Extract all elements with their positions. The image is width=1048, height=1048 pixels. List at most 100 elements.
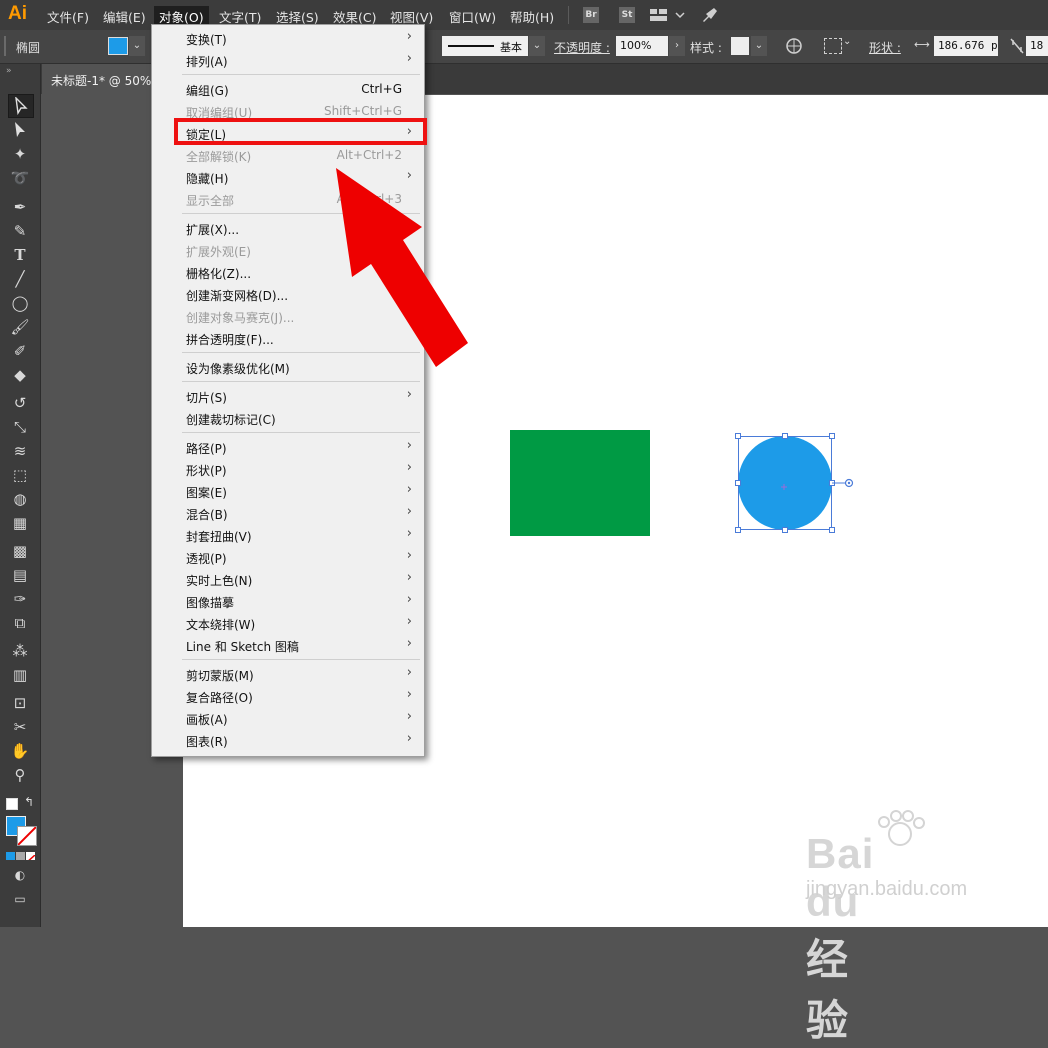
menu-item[interactable]: 图表(R) › — [152, 729, 424, 751]
menu-item-label: 创建裁切标记(C) — [186, 413, 276, 427]
menu-item[interactable]: 图案(E) › — [152, 480, 424, 502]
stroke-profile-select[interactable]: 基本 — [442, 36, 528, 56]
none-mode-icon[interactable] — [26, 852, 35, 860]
align-dropdown-icon[interactable]: ⌄ — [843, 36, 851, 47]
gradient-mode-icon[interactable] — [16, 852, 25, 860]
menu-item[interactable]: 变换(T) › — [152, 27, 424, 49]
hand-tool-icon[interactable]: ✋ — [8, 740, 32, 762]
perspective-grid-tool-icon[interactable]: ▦ — [8, 512, 32, 534]
draw-mode-icon[interactable]: ◐ — [8, 864, 32, 886]
menu-item[interactable]: 创建裁切标记(C) — [152, 407, 424, 429]
menu-item[interactable]: Line 和 Sketch 图稿 › — [152, 634, 424, 656]
style-dropdown-icon[interactable]: ⌄ — [751, 36, 767, 56]
menu-item[interactable]: 形状(P) › — [152, 458, 424, 480]
menu-item[interactable]: 排列(A) › — [152, 49, 424, 71]
gradient-tool-icon[interactable]: ▤ — [8, 564, 32, 586]
shaper-tool-icon[interactable]: ✐ — [8, 340, 32, 362]
lock-item-highlight-frame — [174, 118, 427, 145]
zoom-tool-icon[interactable]: ⚲ — [8, 764, 32, 786]
fill-swatch[interactable] — [108, 37, 128, 55]
shape-builder-tool-icon[interactable]: ◍ — [8, 488, 32, 510]
scale-tool-icon[interactable]: ⤡ — [8, 416, 32, 438]
opacity-arrow-icon[interactable]: › — [669, 36, 685, 56]
type-tool-icon[interactable]: T — [8, 244, 32, 266]
curvature-tool-icon[interactable]: ✎ — [8, 220, 32, 242]
resize-handle[interactable] — [735, 480, 741, 486]
bridge-button[interactable]: Br — [583, 7, 599, 23]
menu-item[interactable]: 文本绕排(W) › — [152, 612, 424, 634]
resize-handle[interactable] — [829, 527, 835, 533]
color-mode-icon[interactable] — [6, 852, 15, 860]
blend-tool-icon[interactable]: ⧉ — [8, 612, 32, 634]
style-swatch[interactable] — [731, 37, 749, 55]
menu-window[interactable]: 窗口(W) — [444, 6, 501, 27]
ellipse-tool-icon[interactable]: ◯ — [8, 292, 32, 314]
resize-handle[interactable] — [735, 527, 741, 533]
menu-item[interactable]: 图像描摹 › — [152, 590, 424, 612]
selection-tool-icon[interactable] — [8, 94, 34, 118]
menu-item[interactable]: 剪切蒙版(M) › — [152, 663, 424, 685]
eraser-tool-icon[interactable]: ◆ — [8, 364, 32, 386]
rocket-icon[interactable] — [700, 5, 720, 28]
stock-button[interactable]: St — [619, 7, 635, 23]
menu-item[interactable]: 路径(P) › — [152, 436, 424, 458]
height-input[interactable]: 18 — [1026, 36, 1048, 56]
resize-handle[interactable] — [829, 433, 835, 439]
menu-help[interactable]: 帮助(H) — [505, 6, 559, 27]
swap-colors-icon[interactable]: ↰ — [24, 795, 34, 809]
menu-item-label: 变换(T) — [186, 33, 227, 47]
lasso-tool-icon[interactable]: ➰ — [8, 167, 32, 189]
workspace-layout-icon[interactable] — [650, 6, 688, 27]
menu-edit[interactable]: 编辑(E) — [98, 6, 151, 27]
resize-handle[interactable] — [782, 433, 788, 439]
menu-item[interactable]: 实时上色(N) › — [152, 568, 424, 590]
menu-item[interactable]: 切片(S) › — [152, 385, 424, 407]
width-input[interactable]: 186.676 p — [934, 36, 998, 56]
align-selection-icon[interactable] — [824, 38, 842, 54]
mesh-tool-icon[interactable]: ▩ — [8, 540, 32, 562]
menu-item[interactable]: 复合路径(O) › — [152, 685, 424, 707]
screen-mode-icon[interactable]: ▭ — [8, 888, 32, 910]
menu-item[interactable]: 编组(G) Ctrl+G — [152, 78, 424, 100]
panel-collapse-icon[interactable]: » — [6, 66, 12, 76]
submenu-arrow-icon: › — [406, 504, 412, 519]
recolor-globe-icon[interactable] — [784, 36, 804, 59]
free-transform-tool-icon[interactable]: ⬚ — [8, 464, 32, 486]
opacity-input[interactable]: 100% — [616, 36, 668, 56]
direct-selection-tool-icon[interactable] — [8, 119, 32, 141]
menu-item[interactable]: 封套扭曲(V) › — [152, 524, 424, 546]
symbol-sprayer-tool-icon[interactable]: ⁂ — [8, 640, 32, 662]
resize-handle[interactable] — [782, 527, 788, 533]
artboard-tool-icon[interactable]: ⊡ — [8, 692, 32, 714]
green-rectangle[interactable] — [510, 430, 650, 536]
menu-item[interactable]: 混合(B) › — [152, 502, 424, 524]
stroke-dropdown-icon[interactable]: ⌄ — [529, 36, 545, 56]
menu-item[interactable]: 透视(P) › — [152, 546, 424, 568]
opacity-label[interactable]: 不透明度 : — [554, 39, 610, 56]
pen-tool-icon[interactable]: ✒ — [8, 196, 32, 218]
constrain-link-icon[interactable] — [1008, 36, 1026, 59]
menu-item-label: 设为像素级优化(M) — [186, 362, 290, 376]
pie-widget-handle-icon[interactable] — [832, 476, 854, 493]
paintbrush-tool-icon[interactable]: 🖌 — [8, 316, 32, 338]
submenu-arrow-icon: › — [406, 51, 412, 66]
eyedropper-tool-icon[interactable]: ✑ — [8, 588, 32, 610]
warp-tool-icon[interactable]: ≋ — [8, 440, 32, 462]
stroke-color-none-box[interactable] — [17, 826, 37, 846]
submenu-arrow-icon: › — [406, 570, 412, 585]
magic-wand-tool-icon[interactable]: ✦ — [8, 143, 32, 165]
shape-label[interactable]: 形状 : — [869, 39, 901, 56]
style-label: 样式 : — [690, 41, 722, 55]
menu-item-label: 透视(P) — [186, 552, 227, 566]
default-colors-icon[interactable] — [6, 798, 18, 810]
rotate-tool-icon[interactable]: ↺ — [8, 392, 32, 414]
graph-tool-icon[interactable]: ▥ — [8, 664, 32, 686]
app-logo: Ai — [8, 3, 27, 24]
menu-file[interactable]: 文件(F) — [42, 6, 94, 27]
resize-handle[interactable] — [735, 433, 741, 439]
fill-dropdown-icon[interactable]: ⌄ — [129, 36, 145, 56]
line-tool-icon[interactable]: ╱ — [8, 268, 32, 290]
menu-item[interactable]: 画板(A) › — [152, 707, 424, 729]
grip-handle[interactable] — [4, 36, 6, 56]
slice-tool-icon[interactable]: ✂ — [8, 716, 32, 738]
